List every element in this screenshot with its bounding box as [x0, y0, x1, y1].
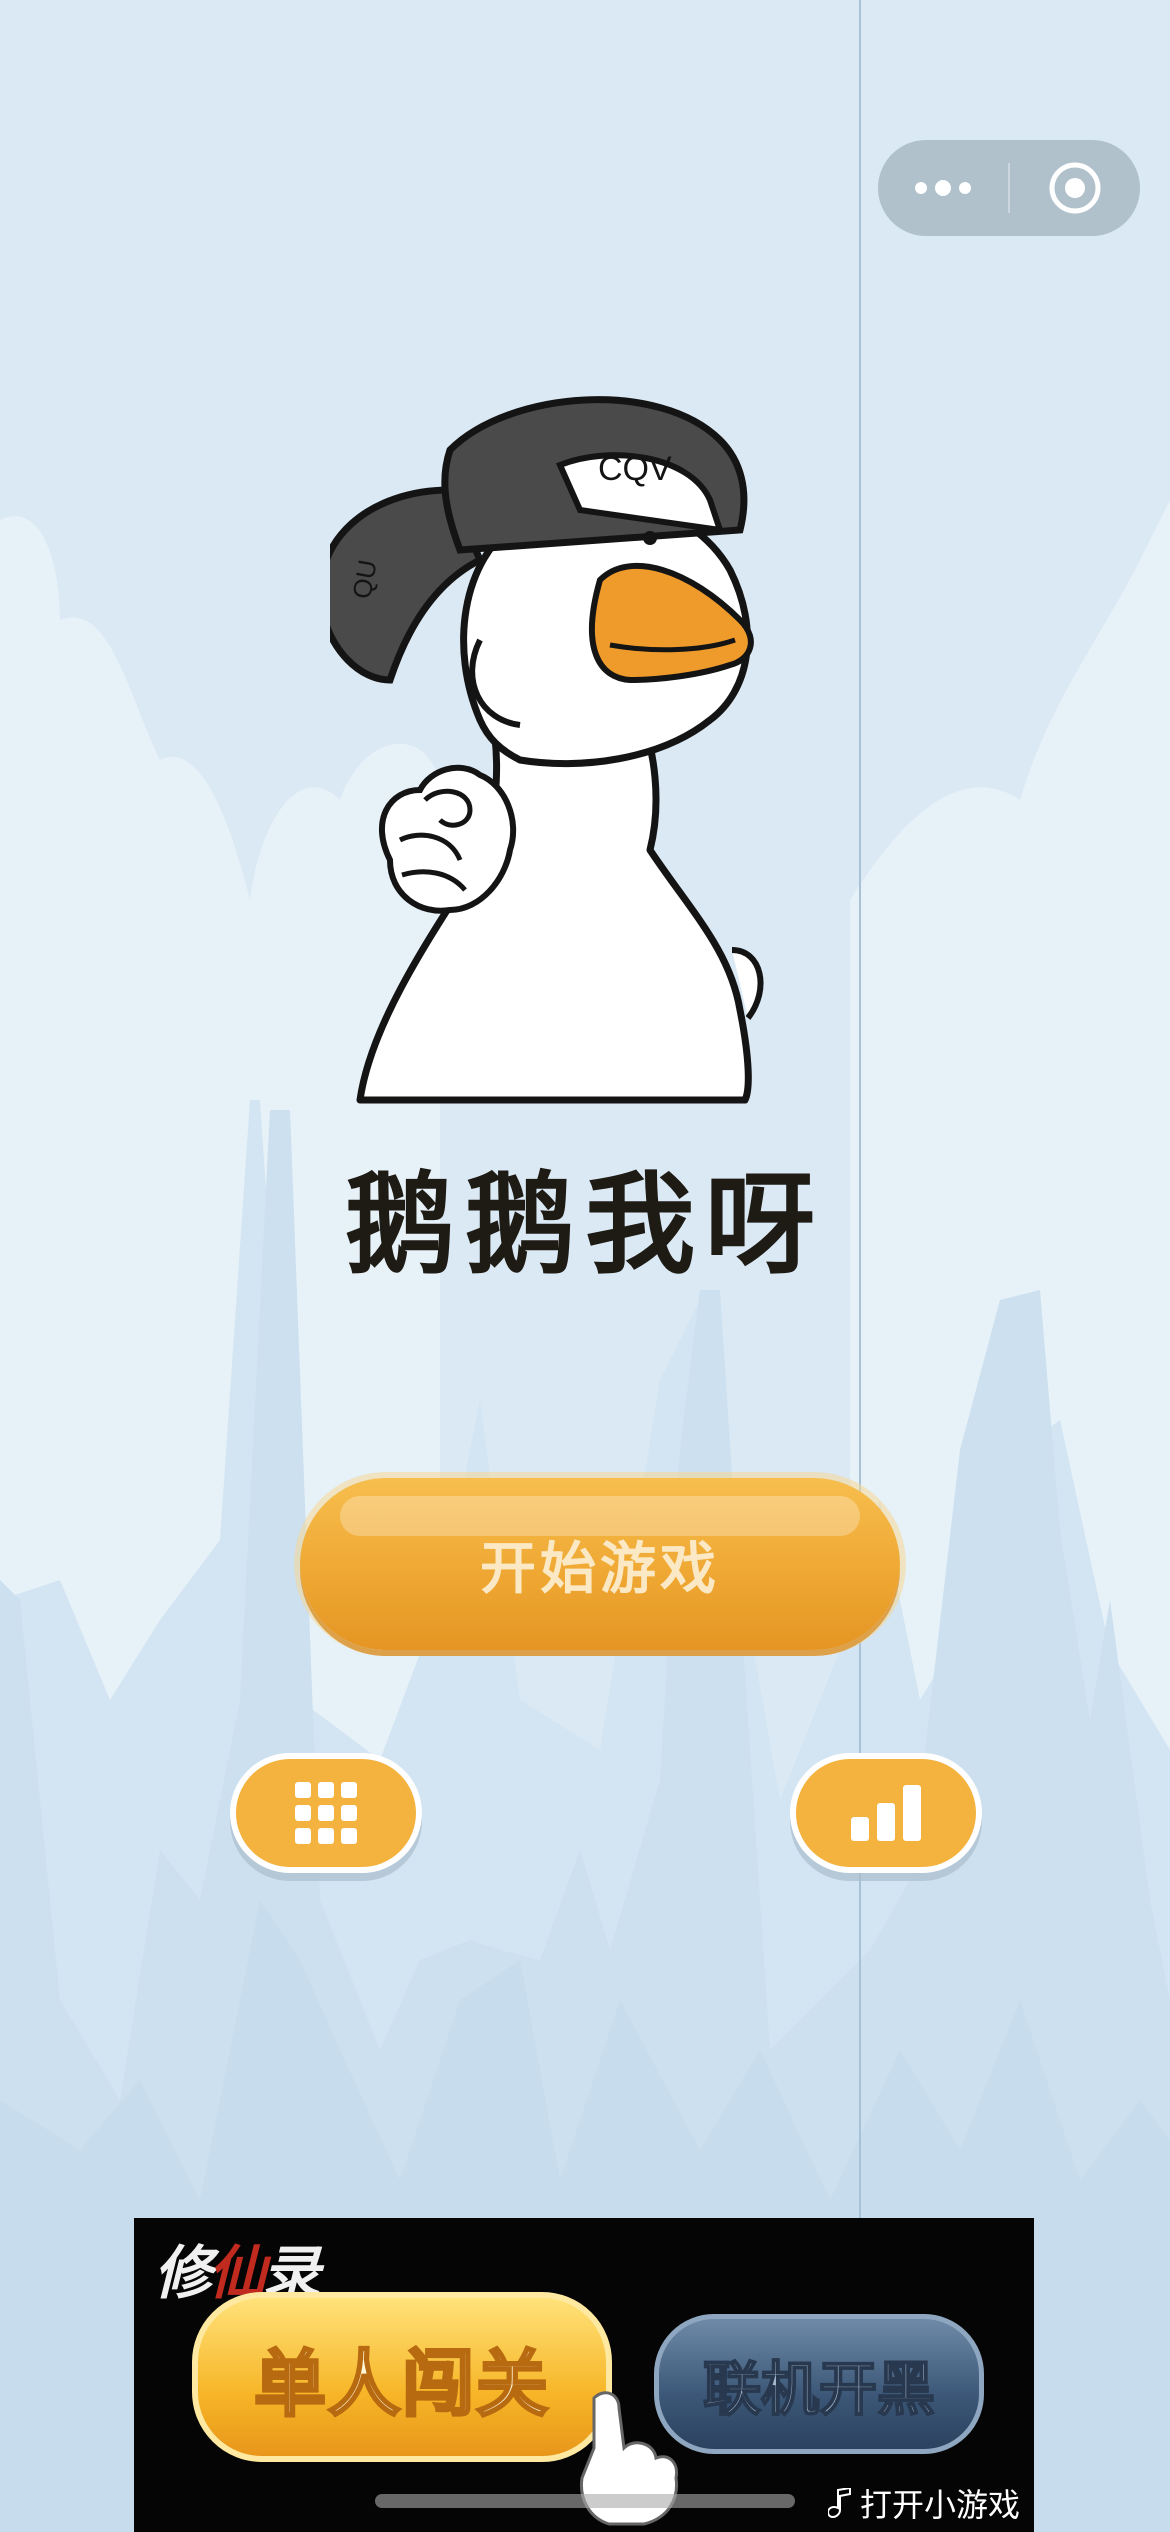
ad-multi-label: 联机开黑 — [702, 2354, 936, 2424]
ranking-button[interactable] — [790, 1753, 982, 1873]
start-game-label: 开始游戏 — [480, 1536, 720, 1602]
target-circle-icon — [1049, 162, 1101, 214]
game-screen: CQV QU 鹅鹅我呀 开始游戏 修仙录 单人闯关 联机开黑 打开小游戏 — [0, 0, 1170, 2532]
music-note-icon — [827, 2488, 851, 2518]
menu-button[interactable] — [230, 1753, 422, 1873]
ad-multiplayer-button[interactable]: 联机开黑 — [654, 2314, 984, 2454]
home-indicator[interactable] — [375, 2494, 795, 2508]
close-button[interactable] — [1010, 140, 1140, 236]
start-game-button[interactable]: 开始游戏 — [300, 1478, 900, 1650]
open-mini-game-label: 打开小游戏 — [859, 2486, 1020, 2524]
more-dots-icon — [915, 180, 971, 196]
cap-lettering: CQV — [598, 450, 672, 488]
game-title: 鹅鹅我呀 — [345, 1160, 825, 1289]
duck-mascot: CQV QU — [330, 396, 764, 1104]
mini-program-capsule — [878, 140, 1140, 236]
bar-chart-icon — [851, 1785, 921, 1841]
more-button[interactable] — [878, 140, 1008, 236]
ad-single-label: 单人闯关 — [252, 2340, 550, 2427]
grid-icon — [295, 1782, 357, 1844]
ad-single-player-button[interactable]: 单人闯关 — [192, 2292, 612, 2462]
open-mini-game-link[interactable]: 打开小游戏 — [827, 2480, 1020, 2526]
ad-banner[interactable]: 修仙录 单人闯关 联机开黑 打开小游戏 — [134, 2218, 1034, 2532]
